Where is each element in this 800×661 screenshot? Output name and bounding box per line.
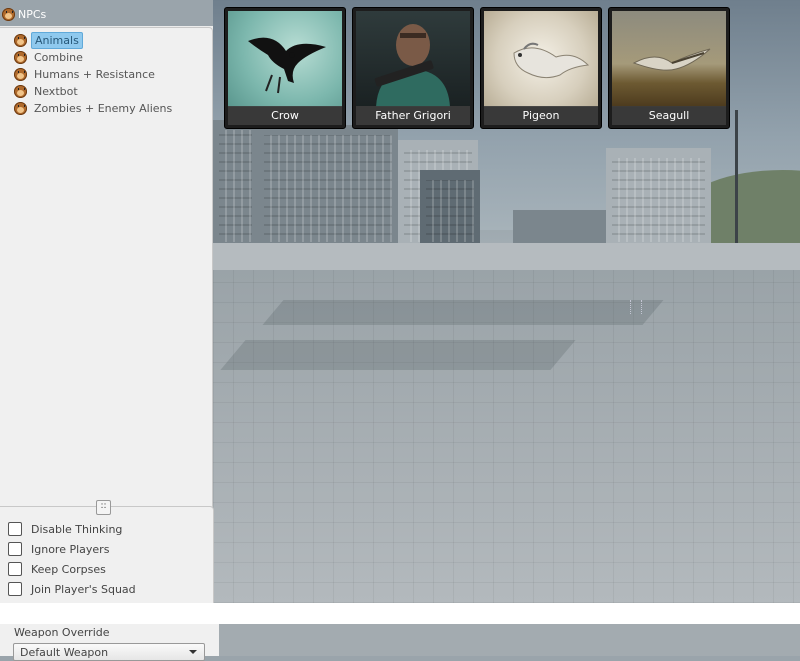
tree-item-label: Combine [34,50,83,64]
npc-category-panel: NPCs Animals Combine Humans + Resistance… [0,0,213,508]
monkey-icon [14,33,27,47]
tree-item-humans-resistance[interactable]: Humans + Resistance [14,66,158,82]
npc-card-label: Crow [228,106,342,125]
tree-item-label: Zombies + Enemy Aliens [34,101,173,115]
checkbox-label: Keep Corpses [31,562,106,576]
npc-card-father-grigori[interactable]: Father Grigori [352,7,474,129]
father-grigori-thumbnail [356,11,470,107]
building [213,120,258,250]
weapon-override-section: Weapon Override Default Weapon [0,624,219,661]
keep-corpses-checkbox[interactable]: Keep Corpses [8,561,106,577]
npc-card-pigeon[interactable]: Pigeon [480,7,602,129]
npc-card-crow[interactable]: Crow [224,7,346,129]
separator-band [0,603,800,624]
npc-card-seagull[interactable]: Seagull [608,7,730,129]
building [420,170,480,250]
building [258,125,398,250]
npc-card-label: Seagull [612,106,726,125]
tree-item-label: Nextbot [34,84,78,98]
checkbox-box[interactable] [8,522,22,536]
npc-card-label: Father Grigori [356,106,470,125]
dropdown-value: Default Weapon [20,646,109,659]
tree-root-label: NPCs [18,8,47,21]
tree-item-label: Humans + Resistance [34,67,155,81]
join-players-squad-checkbox[interactable]: Join Player's Squad [8,581,136,597]
checkbox-label: Ignore Players [31,542,110,556]
tree-item-nextbot[interactable]: Nextbot [14,83,81,99]
tree-item-label: Animals [31,31,83,49]
ground-stripe [262,300,664,325]
game-viewport-lower [219,624,800,656]
weapon-override-dropdown[interactable]: Default Weapon [13,643,205,661]
checkbox-box[interactable] [8,542,22,556]
monkey-icon [14,84,27,98]
tree-root-npcs[interactable]: NPCs [2,8,46,21]
tree-header: NPCs [0,0,213,26]
antenna-pole [735,110,738,250]
seagull-thumbnail [612,11,726,107]
tree-item-zombies-enemy-aliens[interactable]: Zombies + Enemy Aliens [14,100,175,116]
panel-splitter-handle[interactable]: :: [96,500,111,515]
monkey-icon [14,50,27,64]
checkbox-box[interactable] [8,582,22,596]
category-tree: Animals Combine Humans + Resistance Next… [0,27,213,508]
ground-stripe [220,340,576,370]
tree-item-combine[interactable]: Combine [14,49,86,65]
crosshair-icon [630,300,642,314]
weapon-override-label: Weapon Override [14,626,110,639]
building [606,148,711,250]
tree-item-animals[interactable]: Animals [14,31,83,49]
chevron-down-icon [189,650,197,654]
checkbox-label: Join Player's Squad [31,582,136,596]
checkbox-box[interactable] [8,562,22,576]
npc-options-panel: :: Disable Thinking Ignore Players Keep … [0,500,214,605]
checkbox-label: Disable Thinking [31,522,123,536]
ignore-players-checkbox[interactable]: Ignore Players [8,541,109,557]
crow-thumbnail [228,11,342,107]
boundary-wall [213,243,800,273]
npc-card-label: Pigeon [484,106,598,125]
disable-thinking-checkbox[interactable]: Disable Thinking [8,521,122,537]
monkey-icon [2,8,15,21]
monkey-icon [14,67,27,81]
pigeon-thumbnail [484,11,598,107]
monkey-icon [14,101,27,115]
